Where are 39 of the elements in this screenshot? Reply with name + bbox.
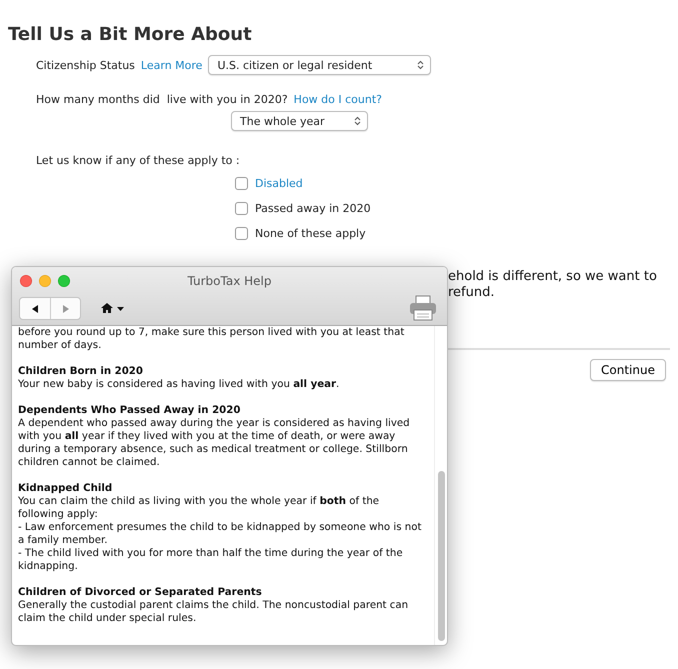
option-label: None of these apply — [255, 227, 366, 240]
option-link[interactable]: Disabled — [255, 177, 303, 190]
citizenship-dropdown[interactable]: U.S. citizen or legal resident — [208, 55, 432, 75]
note-text: ehold is different, so we want to — [448, 269, 658, 285]
updown-arrows-icon — [417, 60, 424, 70]
help-paragraph: Generally the custodial parent claims the child. The noncustodial parent can claim the child under special rules. — [18, 599, 410, 625]
help-heading: Children of Divorced or Separated Parents — [18, 586, 263, 599]
help-paragraph: You can claim the child as living with you the whole year if both of the following apply: — [18, 495, 380, 521]
help-heading: Kidnapped Child — [18, 482, 114, 495]
printer-icon[interactable] — [409, 295, 437, 321]
checkbox[interactable] — [235, 177, 248, 190]
help-paragraph: Your new baby is considered as having lived with you all year. — [18, 378, 340, 391]
checkbox[interactable] — [235, 227, 248, 240]
continue-button[interactable]: Continue — [590, 359, 666, 381]
months-dropdown[interactable]: The whole year — [231, 111, 368, 131]
scrollbar-thumb[interactable] — [438, 471, 445, 641]
house-icon — [100, 302, 126, 314]
left-triangle-icon — [31, 304, 39, 312]
close-icon[interactable] — [20, 275, 32, 287]
maximize-icon[interactable] — [58, 275, 70, 287]
option-label: Passed away in 2020 — [255, 202, 371, 215]
window-title: TurboTax Help — [188, 274, 272, 288]
help-paragraph: A dependent who passed away during the year is considered as having lived with you all year if they lived with you at the time of death, or were away during a temporary absence, such as medical treatment or college. Stillborn children cannot be claimed. — [18, 417, 411, 469]
learn-more-link[interactable]: Learn More — [140, 58, 202, 72]
help-paragraph: - Law enforcement presumes the child to be kidnapped by someone who is not a family member. — [18, 521, 422, 547]
checkbox[interactable] — [235, 202, 248, 215]
help-heading: Dependents Who Passed Away in 2020 — [18, 404, 242, 417]
minimize-icon[interactable] — [39, 275, 51, 287]
help-paragraph: - The child lived with you for more than half the time during the year of the kidnapping. — [18, 547, 404, 573]
months-question: How many months did live with you in 2020? — [36, 93, 288, 106]
note-text: refund. — [448, 285, 496, 301]
citizenship-label: Citizenship Status — [36, 58, 135, 72]
how-do-i-count-link[interactable]: How do I count? — [294, 93, 382, 106]
help-paragraph: before you round up to 7, make sure this person lived with you at least that number of days. — [18, 326, 406, 352]
help-heading: Children Born in 2020 — [18, 365, 144, 378]
applies-question: Let us know if any of these apply to : — [36, 154, 240, 167]
updown-arrows-icon — [354, 116, 361, 126]
right-triangle-icon — [62, 304, 70, 312]
page-title: Tell Us a Bit More About — [8, 24, 253, 45]
